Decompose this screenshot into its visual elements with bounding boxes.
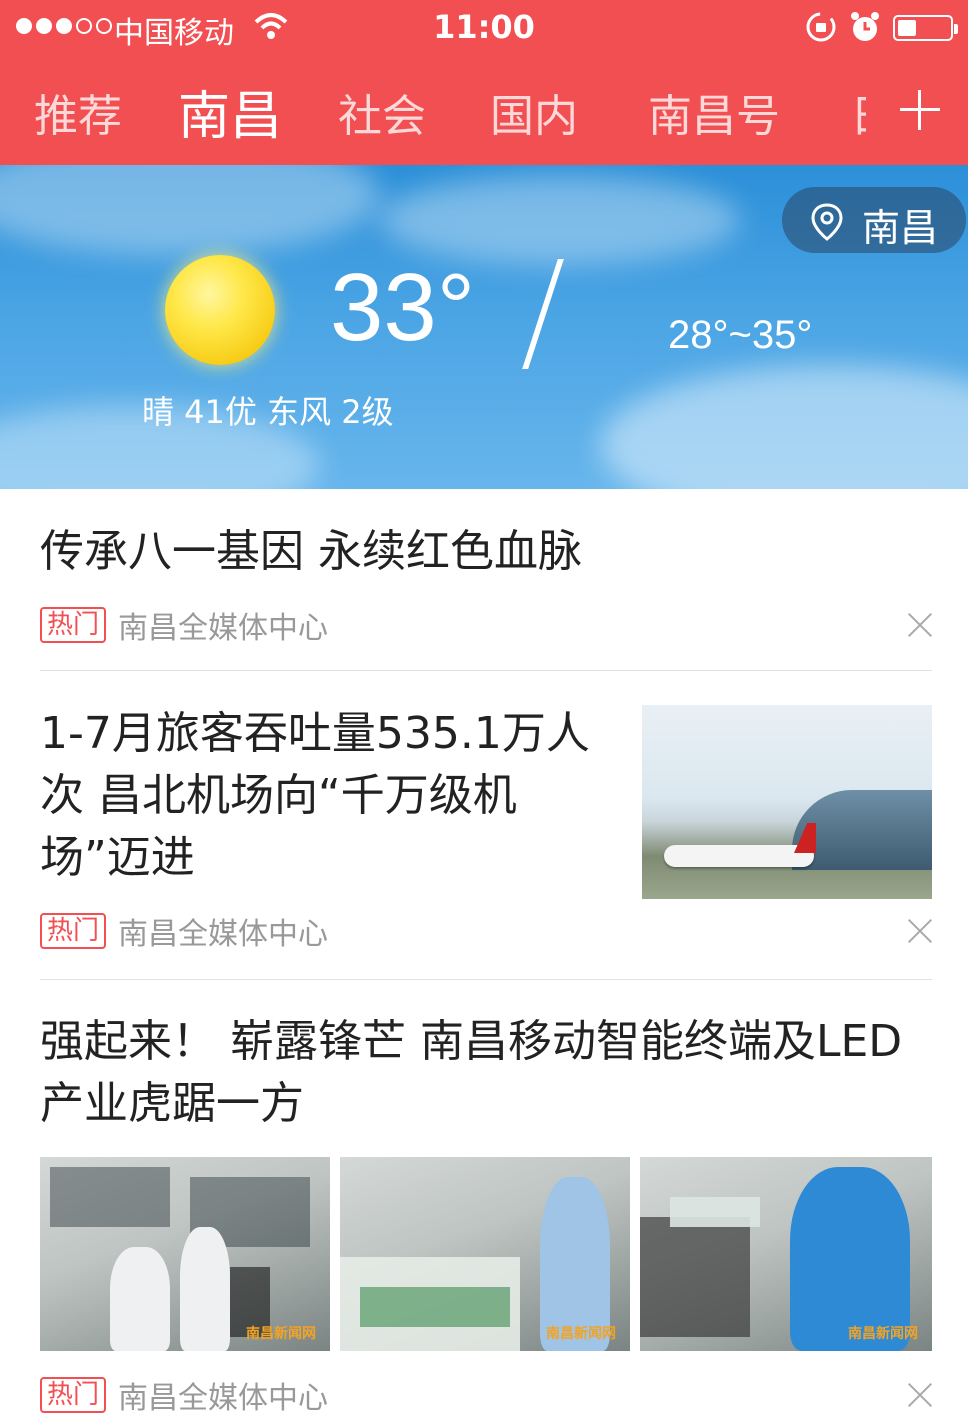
news-thumbnail[interactable]: 南昌新闻网: [340, 1157, 630, 1351]
location-pin-icon: [811, 203, 843, 241]
news-title: 1-7月旅客吞吐量535.1万人次 昌北机场向“千万级机场”迈进: [40, 708, 590, 883]
news-meta: 热门 南昌全媒体中心: [40, 1373, 328, 1417]
tab-nanchang[interactable]: 南昌: [178, 74, 282, 149]
image-watermark: 南昌新闻网: [848, 1326, 918, 1342]
news-thumbnail[interactable]: 南昌新闻网: [640, 1157, 932, 1351]
news-item[interactable]: 1-7月旅客吞吐量535.1万人次 昌北机场向“千万级机场”迈进 热门 南昌全媒…: [40, 703, 932, 953]
location-button[interactable]: 南昌: [782, 187, 966, 253]
news-source: 南昌全媒体中心: [118, 917, 329, 952]
tab-recommend[interactable]: 推荐: [34, 80, 122, 144]
news-item[interactable]: 强起来！ 崭露锋芒 南昌移动智能终端及LED产业虎踞一方 南昌新闻网 南昌新闻网…: [40, 1011, 932, 1416]
app-header: 中国移动 11:00 推荐 南昌 社会 国内 南昌号 日: [0, 0, 968, 165]
location-label: 南昌: [862, 206, 939, 250]
news-title: 传承八一基因 永续红色血脉: [40, 526, 582, 577]
tab-society[interactable]: 社会: [338, 80, 426, 144]
tab-domestic[interactable]: 国内: [490, 80, 578, 144]
dismiss-icon[interactable]: [908, 919, 932, 943]
rotation-lock-icon: [806, 12, 836, 42]
weather-description: 晴 41优 东风 2级: [142, 393, 394, 431]
channel-tabs: 推荐 南昌 社会 国内 南昌号 日: [0, 70, 968, 154]
battery-icon: [893, 15, 958, 41]
divider: [40, 670, 932, 671]
sun-icon: [165, 255, 275, 365]
temp-separator: [522, 259, 564, 369]
image-watermark: 南昌新闻网: [246, 1326, 316, 1342]
news-source: 南昌全媒体中心: [118, 611, 329, 646]
news-item[interactable]: 传承八一基因 永续红色血脉 热门 南昌全媒体中心: [40, 521, 932, 646]
temperature-range: 28°~35°: [668, 313, 813, 357]
hot-badge: 热门: [40, 1377, 107, 1413]
news-thumbnail[interactable]: 南昌新闻网: [40, 1157, 330, 1351]
dismiss-icon[interactable]: [908, 1383, 932, 1407]
current-temperature: 33°: [330, 254, 476, 361]
news-title: 强起来！ 崭露锋芒 南昌移动智能终端及LED产业虎踞一方: [40, 1016, 903, 1129]
image-watermark: 南昌新闻网: [546, 1326, 616, 1342]
dismiss-icon[interactable]: [908, 613, 932, 637]
news-thumbnail[interactable]: [642, 705, 932, 899]
tab-nanchang-account[interactable]: 南昌号: [648, 80, 780, 144]
hot-badge: 热门: [40, 607, 107, 643]
weather-banner[interactable]: 33° 28°~35° 晴 41优 东风 2级 南昌: [0, 165, 968, 489]
news-meta: 热门 南昌全媒体中心: [40, 603, 328, 647]
status-bar: 中国移动 11:00: [0, 0, 968, 56]
add-channel-icon[interactable]: [900, 90, 940, 130]
hot-badge: 热门: [40, 913, 107, 949]
divider: [40, 979, 932, 980]
alarm-icon: [851, 12, 879, 41]
news-meta: 热门 南昌全媒体中心: [40, 909, 328, 953]
news-source: 南昌全媒体中心: [118, 1381, 329, 1416]
